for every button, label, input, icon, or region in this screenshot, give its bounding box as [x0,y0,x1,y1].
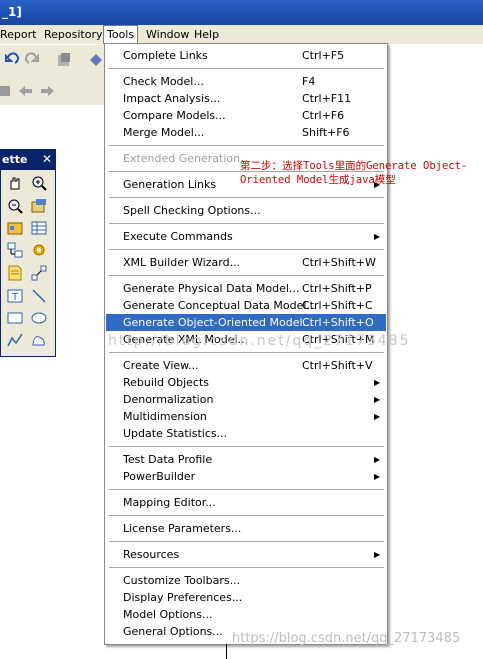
menu-separator [109,489,384,490]
forward-arrow-icon[interactable] [39,83,55,99]
canvas-line [226,644,227,659]
gear-icon[interactable] [31,242,47,258]
menu-item-model-options[interactable]: Model Options... [106,606,386,623]
menu-item-multidimension[interactable]: Multidimension ▶ [106,408,386,425]
menu-item-spell-checking[interactable]: Spell Checking Options... [106,202,386,219]
submenu-arrow-icon: ▶ [374,472,381,481]
menu-item-rebuild-objects[interactable]: Rebuild Objects ▶ [106,374,386,391]
menu-item-customize-toolbars[interactable]: Customize Toolbars... [106,572,386,589]
delete-icon[interactable] [56,52,72,68]
menu-help[interactable]: Help [191,27,222,42]
toolbar [0,45,106,105]
menu-item-xml-builder-wizard[interactable]: XML Builder Wizard... Ctrl+Shift+W [106,254,386,271]
palette-title: ette [2,153,28,166]
menu-item-denormalization[interactable]: Denormalization ▶ [106,391,386,408]
menu-item-mapping-editor[interactable]: Mapping Editor... [106,494,386,511]
line-icon[interactable] [31,288,47,304]
toolbar-icon-left[interactable] [0,83,16,99]
svg-text:T: T [11,292,19,303]
zoom-in-icon[interactable] [31,175,47,191]
menu-bar: Report Repository Tools Window Help [0,25,483,44]
annotation-note: 第二步：选择Tools里面的Generate Object- Oriented … [240,159,467,187]
annotation-line-2: Oriented Model生成java模型 [240,174,396,186]
menu-item-powerbuilder[interactable]: PowerBuilder ▶ [106,468,386,485]
menu-report[interactable]: Report [0,27,39,42]
submenu-arrow-icon: ▶ [374,455,381,464]
grabber-hand-icon[interactable] [7,175,23,191]
note-icon[interactable] [7,265,23,281]
link-icon[interactable] [31,265,47,281]
menu-item-display-preferences[interactable]: Display Preferences... [106,589,386,606]
menu-separator [109,275,384,276]
menu-separator [109,352,384,353]
menu-item-generate-oom[interactable]: Generate Object-Oriented Model... Ctrl+Sh… [106,314,386,331]
package-icon[interactable] [7,220,23,236]
menu-separator [109,145,384,146]
menu-item-generate-cdm[interactable]: Generate Conceptual Data Model... Ctrl+Sh… [106,297,386,314]
menu-repository[interactable]: Repository [41,27,106,42]
rectangle-icon[interactable] [7,310,23,326]
menu-item-resources[interactable]: Resources ▶ [106,546,386,563]
menu-item-execute-commands[interactable]: Execute Commands ▶ [106,228,386,245]
menu-separator [109,541,384,542]
zoom-out-icon[interactable] [7,198,23,214]
submenu-arrow-icon: ▶ [374,395,381,404]
watermark-center: http://blog.csdn.net/qq_27173485 [108,333,411,349]
ellipse-icon[interactable] [31,310,47,326]
menu-window[interactable]: Window [143,27,192,42]
menu-separator [109,249,384,250]
menu-separator [109,567,384,568]
menu-item-check-model[interactable]: Check Model... F4 [106,73,386,90]
menu-item-compare-models[interactable]: Compare Models... Ctrl+F6 [106,107,386,124]
watermark-bottom: https://blog.csdn.net/qq_27173485 [232,631,461,646]
properties-icon[interactable] [88,52,104,68]
menu-item-impact-analysis[interactable]: Impact Analysis... Ctrl+F11 [106,90,386,107]
menu-separator [109,446,384,447]
menu-item-create-view[interactable]: Create View... Ctrl+Shift+V [106,357,386,374]
open-package-icon[interactable] [31,198,47,214]
submenu-arrow-icon: ▶ [374,412,381,421]
polyline-icon[interactable] [7,332,23,348]
palette-titlebar: ette ✕ [1,150,55,170]
freeform-icon[interactable] [31,332,47,348]
submenu-arrow-icon: ▶ [374,378,381,387]
menu-separator [109,515,384,516]
class-icon[interactable] [7,242,23,258]
palette-toolbox: ette ✕ T [0,149,56,357]
window-title: _1] [2,5,22,19]
text-icon[interactable]: T [7,288,23,304]
back-arrow-icon[interactable] [18,83,34,99]
submenu-arrow-icon: ▶ [374,550,381,559]
menu-item-merge-model[interactable]: Merge Model... Shift+F6 [106,124,386,141]
undo-icon[interactable] [3,52,19,68]
window-titlebar: _1] [0,0,483,25]
table-icon[interactable] [31,220,47,236]
menu-separator [109,68,384,69]
submenu-arrow-icon: ▶ [374,232,381,241]
menu-separator [109,197,384,198]
close-icon[interactable]: ✕ [42,152,52,166]
redo-icon[interactable] [25,52,41,68]
annotation-line-1: 第二步：选择Tools里面的Generate Object- [240,160,468,172]
menu-item-update-statistics[interactable]: Update Statistics... [106,425,386,442]
menu-item-license-parameters[interactable]: License Parameters... [106,520,386,537]
menu-item-complete-links[interactable]: Complete Links Ctrl+F5 [106,47,386,64]
menu-item-test-data-profile[interactable]: Test Data Profile ▶ [106,451,386,468]
menu-item-generate-pdm[interactable]: Generate Physical Data Model... Ctrl+Shif… [106,280,386,297]
menu-tools[interactable]: Tools [103,25,139,44]
menu-separator [109,223,384,224]
